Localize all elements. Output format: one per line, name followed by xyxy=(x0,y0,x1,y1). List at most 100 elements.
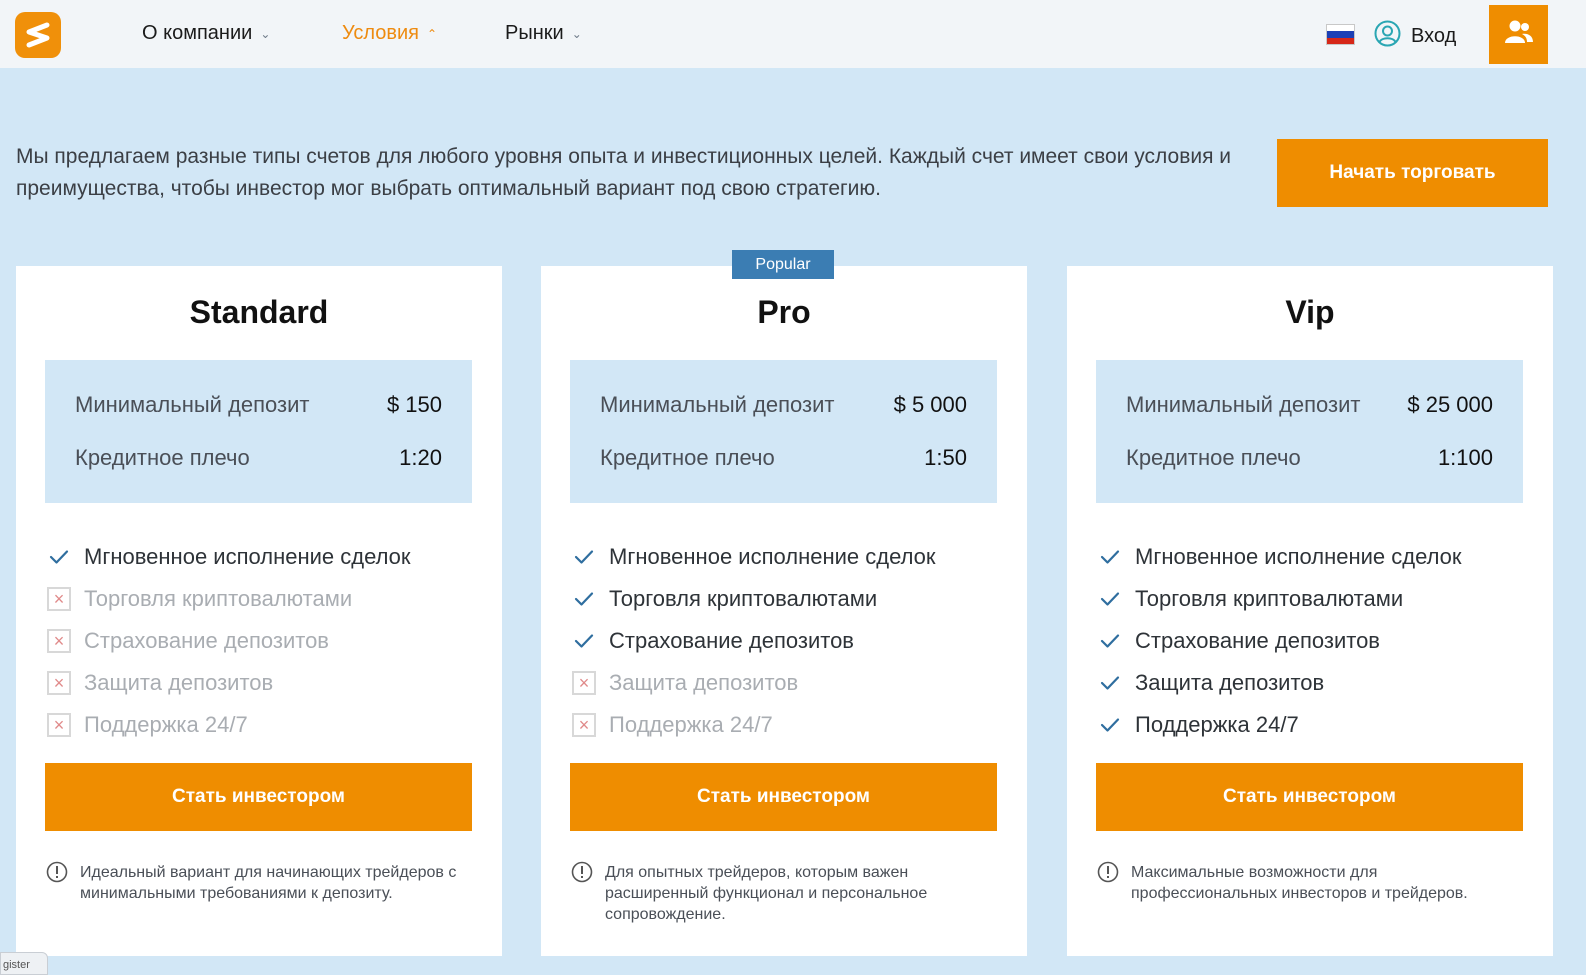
register-tab[interactable]: gister xyxy=(0,952,48,975)
check-icon xyxy=(1097,586,1123,612)
chevron-down-icon: ⌄ xyxy=(260,26,271,41)
feature-item: Мгновенное исполнение сделок xyxy=(571,536,991,578)
feature-label: Торговля криптовалютами xyxy=(84,586,353,611)
feature-item: Мгновенное исполнение сделок xyxy=(46,536,466,578)
feature-list: Мгновенное исполнение сделок Торговля кри… xyxy=(571,536,991,746)
feature-list: Мгновенное исполнение сделок Торговля кри… xyxy=(1097,536,1517,746)
feature-item: Мгновенное исполнение сделок xyxy=(1097,536,1517,578)
nav-about-label: О компании xyxy=(142,22,253,44)
login-label: Вход xyxy=(1411,25,1457,47)
check-icon xyxy=(571,544,597,570)
start-trading-button[interactable]: Начать торговать xyxy=(1277,139,1548,207)
feature-item: Страхование депозитов xyxy=(1097,620,1517,662)
cross-box-icon: × xyxy=(571,712,597,738)
russia-flag-icon[interactable] xyxy=(1326,24,1355,45)
plan-note: Максимальные возможности для профессиона… xyxy=(1097,861,1517,904)
feature-item: × Торговля криптовалютами xyxy=(46,578,466,620)
become-investor-button[interactable]: Стать инвестором xyxy=(45,763,472,831)
nav-about[interactable]: О компании ⌄ xyxy=(142,22,270,45)
leverage-label: Кредитное плечо xyxy=(1126,445,1301,470)
intro-text: Мы предлагаем разные типы счетов для люб… xyxy=(16,145,1232,200)
users-icon xyxy=(1504,19,1533,50)
feature-item: Торговля криптовалютами xyxy=(1097,578,1517,620)
user-circle-icon xyxy=(1374,20,1401,53)
deposit-value: $ 5 000 xyxy=(893,392,967,417)
nav-conditions-label: Условия xyxy=(342,22,420,44)
check-icon xyxy=(571,586,597,612)
feature-label: Торговля криптовалютами xyxy=(609,586,878,611)
check-icon xyxy=(46,544,72,570)
leverage-row: Кредитное плечо 1:100 xyxy=(1126,445,1493,471)
feature-item: Страхование депозитов xyxy=(571,620,991,662)
deposit-label: Минимальный депозит xyxy=(75,392,310,417)
brand-logo[interactable] xyxy=(15,12,61,58)
feature-item: × Страхование депозитов xyxy=(46,620,466,662)
deposit-label: Минимальный депозит xyxy=(1126,392,1361,417)
plan-terms: Минимальный депозит $ 5 000 Кредитное плеч… xyxy=(570,360,997,503)
feature-label: Защита депозитов xyxy=(84,670,274,695)
users-icon-button[interactable] xyxy=(1489,5,1548,64)
feature-label: Защита депозитов xyxy=(1135,670,1325,695)
leverage-value: 1:100 xyxy=(1437,445,1493,470)
leverage-value: 1:50 xyxy=(924,445,967,470)
info-icon xyxy=(571,861,593,925)
top-navbar: О компании ⌄ Условия ⌃ Рынки ⌄ Вход xyxy=(0,0,1586,68)
leverage-value: 1:20 xyxy=(399,445,442,470)
leverage-label: Кредитное плечо xyxy=(600,445,775,470)
plan-note-text: Для опытных трейдеров, которым важен рас… xyxy=(605,864,928,923)
login-link[interactable]: Вход xyxy=(1374,20,1456,53)
plan-title: Standard xyxy=(189,294,329,330)
chevron-up-icon: ⌃ xyxy=(427,26,438,41)
check-icon xyxy=(1097,628,1123,654)
feature-label: Мгновенное исполнение сделок xyxy=(84,544,411,569)
cross-box-icon: × xyxy=(46,670,72,696)
feature-label: Страхование депозитов xyxy=(609,628,854,653)
plan-terms: Минимальный депозит $ 150 Кредитное плечо 1… xyxy=(45,360,472,503)
feature-label: Поддержка 24/7 xyxy=(84,712,248,737)
feature-item: × Поддержка 24/7 xyxy=(46,704,466,746)
become-investor-button[interactable]: Стать инвестором xyxy=(1096,763,1523,831)
check-icon xyxy=(571,628,597,654)
popular-badge: Popular xyxy=(732,250,834,279)
plan-title: Pro xyxy=(757,294,811,330)
feature-label: Поддержка 24/7 xyxy=(1135,712,1299,737)
plan-note: Для опытных трейдеров, которым важен рас… xyxy=(571,861,991,925)
info-icon xyxy=(1097,861,1119,904)
plan-card-pro: Pro Минимальный депозит $ 5 000 Кредитное п… xyxy=(541,266,1027,956)
feature-item: Поддержка 24/7 xyxy=(1097,704,1517,746)
feature-label: Страхование депозитов xyxy=(84,628,329,653)
chevron-down-icon: ⌄ xyxy=(571,26,582,41)
plan-note: Идеальный вариант для начинающих трейдер… xyxy=(46,861,466,904)
nav-markets-label: Рынки xyxy=(505,22,564,44)
deposit-value: $ 25 000 xyxy=(1407,392,1493,417)
deposit-row: Минимальный депозит $ 150 xyxy=(75,392,442,418)
deposit-label: Минимальный депозит xyxy=(600,392,835,417)
feature-label: Страхование депозитов xyxy=(1135,628,1380,653)
feature-item: Защита депозитов xyxy=(1097,662,1517,704)
feature-item: × Защита депозитов xyxy=(571,662,991,704)
cross-box-icon: × xyxy=(46,628,72,654)
cross-box-icon: × xyxy=(46,712,72,738)
feature-label: Защита депозитов xyxy=(609,670,799,695)
feature-label: Торговля криптовалютами xyxy=(1135,586,1404,611)
feature-item: × Защита депозитов xyxy=(46,662,466,704)
leverage-label: Кредитное плечо xyxy=(75,445,250,470)
deposit-row: Минимальный депозит $ 25 000 xyxy=(1126,392,1493,418)
become-investor-button[interactable]: Стать инвестором xyxy=(570,763,997,831)
deposit-value: $ 150 xyxy=(386,392,442,417)
plan-title: Vip xyxy=(1285,294,1335,330)
nav-markets[interactable]: Рынки ⌄ xyxy=(505,22,582,45)
feature-list: Мгновенное исполнение сделок × Торговля кр… xyxy=(46,536,466,746)
check-icon xyxy=(1097,670,1123,696)
check-icon xyxy=(1097,544,1123,570)
deposit-row: Минимальный депозит $ 5 000 xyxy=(600,392,967,418)
feature-item: Торговля криптовалютами xyxy=(571,578,991,620)
leverage-row: Кредитное плечо 1:20 xyxy=(75,445,442,471)
plan-card-vip: Vip Минимальный депозит $ 25 000 Кредитное … xyxy=(1067,266,1553,956)
feature-label: Мгновенное исполнение сделок xyxy=(609,544,936,569)
plan-note-text: Максимальные возможности для профессиона… xyxy=(1131,864,1468,902)
cross-box-icon: × xyxy=(571,670,597,696)
check-icon xyxy=(1097,712,1123,738)
nav-conditions[interactable]: Условия ⌃ xyxy=(342,22,437,45)
plan-card-standard: Standard Минимальный депозит $ 150 Кредитно… xyxy=(16,266,502,956)
